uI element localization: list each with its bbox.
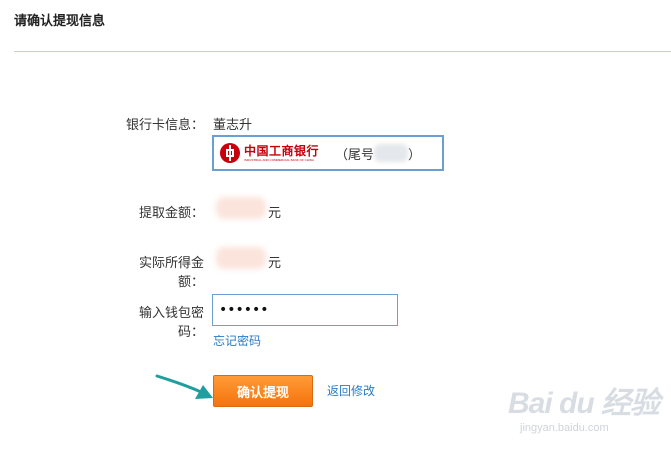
card-tail-number: （尾号 ）: [335, 144, 421, 163]
forgot-password-link[interactable]: 忘记密码: [213, 332, 261, 349]
account-holder-name: 董志升: [213, 117, 253, 132]
baidu-jingyan-watermark: Bai du 经验 jingyan.baidu.com: [508, 378, 668, 448]
withdraw-amount-label: 提取金额：: [138, 205, 204, 220]
back-modify-link[interactable]: 返回修改: [327, 382, 375, 399]
confirm-withdraw-button[interactable]: 确认提现: [213, 375, 313, 407]
pointer-arrow-icon: [155, 374, 213, 399]
watermark-logo: Bai du 经验: [508, 387, 660, 420]
card-tail-suffix: ）: [408, 146, 422, 162]
bank-name: 中国工商银行: [244, 143, 320, 158]
actual-amount-unit: 元: [268, 255, 282, 270]
wallet-password-input[interactable]: [212, 294, 398, 326]
page-title: 请确认提现信息: [14, 13, 106, 28]
header-divider: [14, 51, 671, 52]
bank-card-box: 中国工商银行 INDUSTRIAL AND COMMERCIAL BANK OF…: [212, 135, 444, 171]
actual-amount-redacted: [216, 247, 266, 269]
card-tail-prefix: （尾号: [335, 146, 375, 162]
withdraw-amount-redacted: [216, 197, 266, 219]
card-tail-redacted: [374, 144, 409, 162]
withdraw-amount-unit: 元: [268, 205, 282, 220]
bank-name-english: INDUSTRIAL AND COMMERCIAL BANK OF CHINA: [244, 157, 314, 162]
actual-amount-label: 实际所得金额：: [138, 255, 204, 289]
icbc-logo-icon: [220, 143, 240, 163]
bank-card-label: 银行卡信息：: [125, 117, 204, 132]
watermark-site: jingyan.baidu.com: [520, 422, 609, 434]
password-label: 输入钱包密码：: [138, 305, 204, 339]
